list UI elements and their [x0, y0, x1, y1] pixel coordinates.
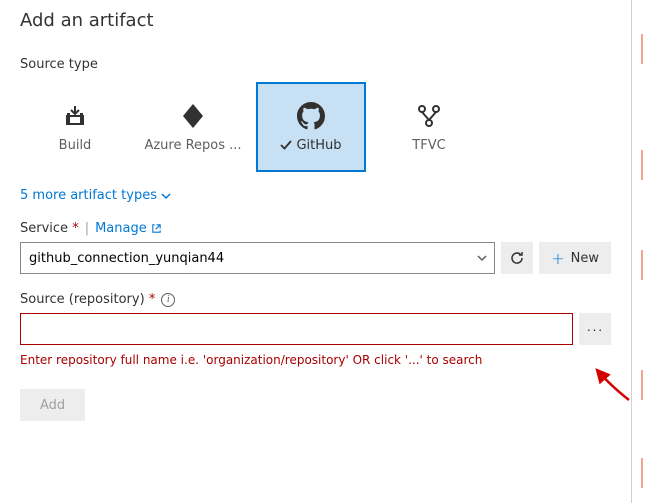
tile-github[interactable]: GitHub — [256, 82, 366, 172]
divider: | — [85, 221, 89, 236]
manage-link[interactable]: Manage — [95, 221, 162, 236]
repository-error: Enter repository full name i.e. 'organiz… — [20, 353, 611, 367]
github-icon — [297, 102, 325, 130]
refresh-button[interactable] — [501, 242, 533, 274]
source-type-tiles: Build Azure Repos ... GitHub — [20, 82, 611, 172]
tfvc-icon — [415, 102, 443, 130]
tile-tfvc[interactable]: TFVC — [374, 82, 484, 172]
tile-tfvc-label: TFVC — [412, 138, 445, 153]
service-dropdown-input[interactable] — [20, 242, 495, 274]
tile-build-label: Build — [59, 138, 92, 153]
azure-repos-icon — [179, 102, 207, 130]
right-edge-decoration — [633, 0, 645, 503]
more-artifact-types-link[interactable]: 5 more artifact types — [20, 188, 171, 203]
info-icon[interactable]: i — [161, 293, 175, 307]
tile-build[interactable]: Build — [20, 82, 130, 172]
build-icon — [61, 102, 89, 130]
source-type-label: Source type — [20, 57, 611, 72]
browse-repository-button[interactable]: ··· — [579, 313, 611, 345]
plus-icon: + — [551, 249, 564, 268]
repository-input[interactable] — [20, 313, 573, 345]
check-icon — [280, 139, 292, 151]
refresh-icon — [509, 250, 525, 266]
service-dropdown[interactable] — [20, 242, 495, 274]
repository-label: Source (repository) * — [20, 292, 155, 307]
tile-azure-repos[interactable]: Azure Repos ... — [138, 82, 248, 172]
service-label: Service * — [20, 221, 79, 236]
tile-github-label: GitHub — [280, 138, 341, 153]
tile-azure-repos-label: Azure Repos ... — [144, 138, 241, 153]
external-link-icon — [151, 223, 162, 234]
add-button[interactable]: Add — [20, 389, 85, 421]
panel-title: Add an artifact — [20, 10, 611, 31]
new-button[interactable]: + New — [539, 242, 611, 274]
chevron-down-icon — [161, 191, 171, 201]
